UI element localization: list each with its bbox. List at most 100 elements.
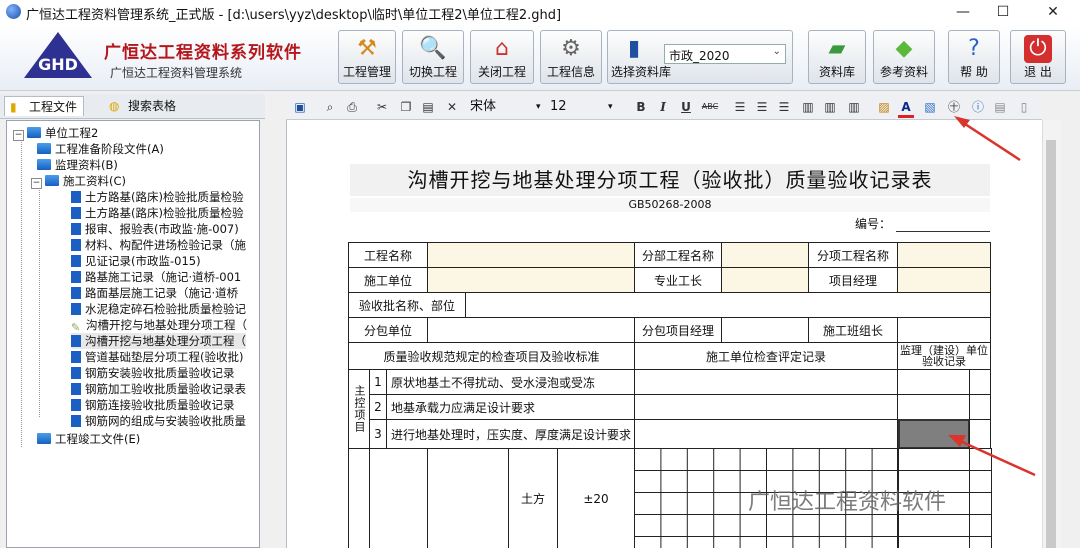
close-project-button[interactable]: ⌂ 关闭工程: [470, 30, 534, 84]
switch-project-button[interactable]: 🔍 切换工程: [402, 30, 464, 84]
books-icon: ▮: [627, 36, 641, 61]
tree-item[interactable]: 材料、构配件进场检验记录（施: [71, 237, 246, 253]
project-manager-field[interactable]: [897, 267, 991, 293]
collapse-icon[interactable]: −: [31, 178, 42, 189]
font-size-select[interactable]: 12 ▾: [550, 98, 620, 116]
row-number: 2: [369, 394, 387, 420]
app-icon: [6, 4, 21, 19]
annotation-arrow: [948, 435, 1036, 477]
row-number: 3: [369, 419, 387, 449]
tools-icon: ⚒: [357, 36, 377, 61]
eval-cell[interactable]: [634, 369, 898, 395]
document-icon: [71, 303, 81, 315]
label-sub-project: 分部工程名称: [634, 242, 722, 268]
brand-name: 广恒达工程资料系列软件: [104, 43, 302, 63]
tree-item[interactable]: 钢筋安装验收批质量验收记录: [71, 365, 235, 381]
align-left-icon[interactable]: ☰: [732, 99, 748, 115]
foreman-field[interactable]: [721, 267, 809, 293]
tab-search-forms[interactable]: ◍ 搜索表格: [104, 96, 182, 116]
folder-icon: [37, 159, 51, 170]
tree-item[interactable]: ✎ 沟槽开挖与地基处理分项工程（: [71, 317, 247, 334]
tree-item-selected[interactable]: 沟槽开挖与地基处理分项工程（: [71, 333, 246, 349]
font-name-select[interactable]: 宋体 ▾: [470, 98, 548, 116]
scrollbar-thumb[interactable]: [1046, 140, 1056, 548]
delete-icon[interactable]: ✕: [444, 99, 460, 115]
tab-project-files[interactable]: ▮ 工程文件: [4, 96, 85, 116]
tree-item[interactable]: 钢筋加工验收批质量验收记录表: [71, 381, 246, 397]
tree-item[interactable]: 钢筋网的组成与安装验收批质量: [71, 413, 246, 429]
label-project-name: 工程名称: [348, 242, 428, 268]
tree-item[interactable]: 路面基层施工记录（施记·道桥: [71, 285, 238, 301]
valign-middle-icon[interactable]: ▥: [822, 99, 838, 115]
valign-bottom-icon[interactable]: ▥: [846, 99, 862, 115]
strikethrough-button[interactable]: ABC: [700, 99, 720, 115]
tree-item[interactable]: 管道基础垫层分项工程(验收批): [71, 349, 243, 365]
project-name-field[interactable]: [427, 242, 635, 268]
tree-item[interactable]: 见证记录(市政监-015): [71, 253, 201, 269]
folder-icon: [45, 175, 59, 186]
save-icon[interactable]: ▣: [292, 99, 308, 115]
tree-item[interactable]: − 施工资料(C): [31, 173, 126, 189]
eval-cell[interactable]: [634, 394, 898, 420]
library-button[interactable]: ▰ 资料库: [808, 30, 866, 84]
help-button[interactable]: ? 帮 助: [948, 30, 1000, 84]
batch-name-field[interactable]: [465, 292, 991, 318]
number-field[interactable]: [896, 231, 990, 232]
left-panel-tabs: ▮ 工程文件 ◍ 搜索表格: [0, 94, 265, 119]
project-manage-button[interactable]: ⚒ 工程管理: [338, 30, 396, 84]
close-button[interactable]: ✕: [1030, 0, 1076, 24]
watermark-text: 广恒达工程资料软件: [748, 490, 947, 515]
cut-icon[interactable]: ✂: [374, 99, 390, 115]
underline-button[interactable]: U: [678, 99, 694, 115]
company-logo: GHD: [24, 32, 92, 78]
supervision-cell[interactable]: [897, 369, 970, 395]
row-text: 进行地基处理时，压实度、厚度满足设计要求: [386, 419, 635, 449]
magnifier-icon: 🔍: [419, 36, 447, 61]
subcontract-unit-field[interactable]: [427, 317, 635, 343]
paste-icon[interactable]: ▤: [420, 99, 436, 115]
team-leader-field[interactable]: [897, 317, 991, 343]
tree-item[interactable]: 工程准备阶段文件(A): [37, 141, 164, 157]
document-icon: [71, 207, 81, 219]
tree-item[interactable]: 路基施工记录（施记·道桥-001: [71, 269, 241, 285]
document-icon: [71, 399, 81, 411]
supervision-cell[interactable]: [969, 369, 991, 395]
tree-item[interactable]: 土方路基(路床)检验批质量检验: [71, 205, 243, 221]
bold-button[interactable]: B: [633, 99, 649, 115]
tree-item[interactable]: 报审、报验表(市政监·施-007): [71, 221, 239, 237]
tree-item[interactable]: 钢筋连接验收批质量验收记录: [71, 397, 235, 413]
folder-icon: ▰: [828, 36, 846, 61]
eval-cell[interactable]: [634, 419, 898, 449]
valign-top-icon[interactable]: ▥: [800, 99, 816, 115]
library-select[interactable]: 市政_2020 ⌄: [664, 44, 786, 64]
supervision-cell[interactable]: [897, 394, 970, 420]
document-icon: [71, 271, 81, 283]
maximize-button[interactable]: ☐: [980, 0, 1026, 24]
print-icon[interactable]: ⎙: [344, 99, 360, 115]
supervision-cell[interactable]: [969, 394, 991, 420]
tree-item[interactable]: 土方路基(路床)检验批质量检验: [71, 189, 243, 205]
project-info-button[interactable]: ⚙ 工程信息: [540, 30, 602, 84]
exit-button[interactable]: ⏻ 退 出: [1010, 30, 1066, 84]
number-label: 编号：: [855, 217, 892, 231]
label-item-project: 分项工程名称: [808, 242, 898, 268]
copy-icon[interactable]: ❐: [398, 99, 414, 115]
item-project-field[interactable]: [897, 242, 991, 268]
tree-root[interactable]: − 单位工程2: [13, 125, 98, 141]
tree-item[interactable]: 监理资料(B): [37, 157, 118, 173]
reference-button[interactable]: ◆ 参考资料: [873, 30, 935, 84]
row-number: 1: [369, 369, 387, 395]
tree-item[interactable]: 工程竣工文件(E): [37, 431, 140, 447]
general-label-cell: [348, 448, 370, 548]
sub-project-field[interactable]: [721, 242, 809, 268]
construction-unit-field[interactable]: [427, 267, 635, 293]
italic-button[interactable]: I: [655, 99, 671, 115]
tree-item[interactable]: 水泥稳定碎石检验批质量检验记: [71, 301, 246, 317]
subcontract-manager-field[interactable]: [721, 317, 809, 343]
header-construction-eval: 施工单位检查评定记录: [634, 342, 898, 370]
label-foreman: 专业工长: [634, 267, 722, 293]
align-right-icon[interactable]: ☰: [776, 99, 792, 115]
align-center-icon[interactable]: ☰: [754, 99, 770, 115]
preview-icon[interactable]: ⌕: [322, 99, 338, 115]
collapse-icon[interactable]: −: [13, 130, 24, 141]
